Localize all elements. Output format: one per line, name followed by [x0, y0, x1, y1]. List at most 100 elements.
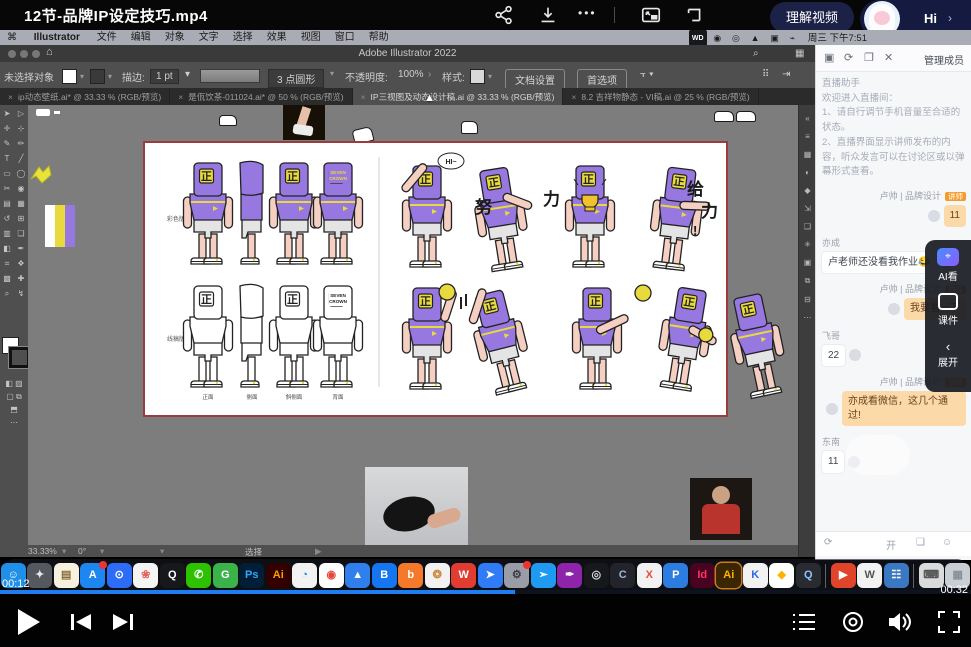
rotation-caret[interactable]: ▾	[100, 546, 104, 557]
dock-app-store-icon[interactable]: A	[80, 563, 105, 588]
stroke-swatch[interactable]: ▾	[90, 69, 115, 84]
stroke-caret[interactable]: ▾	[185, 69, 190, 80]
dock-w-circle-app-icon[interactable]: W	[857, 563, 882, 588]
download-icon[interactable]	[537, 4, 563, 26]
apple-menu-icon[interactable]: ⌘	[7, 30, 17, 45]
share-icon[interactable]	[493, 4, 519, 26]
alert-icon[interactable]: ▣	[770, 33, 779, 43]
dock-photoshop-icon[interactable]: Ps	[239, 563, 264, 588]
more-tools-icon[interactable]: ⋯	[0, 416, 28, 429]
emoji-icon[interactable]: ☺	[942, 537, 952, 548]
menubar-item[interactable]: 视图	[301, 30, 321, 45]
edge-character[interactable]	[728, 291, 798, 401]
preferences-button[interactable]: 首选项	[577, 69, 627, 90]
tool-icon[interactable]: ✒	[15, 244, 27, 255]
panel-tab-icon[interactable]: ✳	[799, 240, 816, 249]
chat-input-bar[interactable]: ⟳ 开 ❏ ☺	[816, 531, 971, 556]
dock-quicktime-icon[interactable]: Q	[796, 563, 821, 588]
collapse-chevron-icon[interactable]: ‹	[925, 339, 971, 354]
sync-icon[interactable]: ◎	[732, 33, 740, 43]
menubar-item[interactable]: 对象	[165, 30, 185, 45]
brush-name-dropdown[interactable]: 3 点圆形	[268, 69, 324, 88]
menubar-app-name[interactable]: Illustrator	[34, 30, 80, 45]
workspace-icon[interactable]: ▦	[795, 48, 804, 59]
dock-qq-icon[interactable]: Q	[160, 563, 185, 588]
pip-icon[interactable]	[640, 4, 666, 26]
panel-tab-icon[interactable]: ⇲	[799, 204, 816, 213]
panel-tab-icon[interactable]: ⋯	[799, 313, 816, 322]
cast-icon[interactable]	[684, 4, 710, 26]
dock-indesign-icon[interactable]: Id	[690, 563, 715, 588]
prev-button[interactable]	[70, 613, 92, 631]
sneaker-sketch[interactable]	[219, 115, 237, 126]
avatar[interactable]	[826, 403, 838, 415]
tool-icon[interactable]: ↺	[1, 214, 13, 225]
refresh-icon[interactable]: ⟳	[844, 51, 853, 64]
dock-meeting-icon[interactable]: ⊙	[107, 563, 132, 588]
wifi-icon[interactable]: ⌁	[790, 33, 795, 43]
tool-icon[interactable]: ✚	[15, 274, 27, 285]
cc-icon[interactable]: ◉	[713, 33, 721, 43]
dock-xmind-icon[interactable]: X	[637, 563, 662, 588]
status-caret[interactable]: ▾	[160, 546, 164, 557]
tool-icon[interactable]: ⌕	[1, 289, 13, 300]
dock-wps-icon[interactable]: W	[451, 563, 476, 588]
tool-icon[interactable]: ↯	[15, 289, 27, 300]
dock-lanhu-icon[interactable]: ▲	[345, 563, 370, 588]
tool-icon[interactable]: ▷	[15, 109, 27, 120]
input-refresh-icon[interactable]: ⟳	[824, 537, 832, 548]
dock-safari-icon[interactable]: ◔	[292, 563, 317, 588]
dock-contacts-icon[interactable]: ☷	[884, 563, 909, 588]
menubar-item[interactable]: 窗口	[335, 30, 355, 45]
manage-members-button[interactable]: 管理成员	[924, 52, 964, 67]
menubar-item[interactable]: 选择	[233, 30, 253, 45]
tool-icon[interactable]: ◉	[15, 184, 27, 195]
menubar-item[interactable]: 文字	[199, 30, 219, 45]
more-icon[interactable]: •••	[578, 6, 597, 20]
tab-close-icon[interactable]: ×	[571, 92, 576, 102]
dock-cursor-app-icon[interactable]: ➣	[531, 563, 556, 588]
tool-icon[interactable]: ❏	[15, 229, 27, 240]
tool-icon[interactable]: ╱	[15, 154, 27, 165]
sneaker-sketch[interactable]	[714, 111, 734, 122]
draw-mode-icon[interactable]: ▢ ⧉	[0, 390, 28, 403]
panel-tab-icon[interactable]: ⊟	[799, 295, 816, 304]
rotation-value[interactable]: 0°	[78, 546, 86, 556]
dock-colorsync-icon[interactable]: ❂	[425, 563, 450, 588]
ai-watch-icon[interactable]: ⌖	[937, 248, 959, 266]
tool-icon[interactable]: ▦	[15, 199, 27, 210]
panel-tab-icon[interactable]: ▦	[799, 150, 816, 159]
volume-icon[interactable]	[888, 611, 914, 633]
document-tab[interactable]: ×是佤饮茶-011024.ai* @ 50 % (RGB/预览)	[170, 88, 352, 105]
dock-pen-app-icon[interactable]: ✒	[557, 563, 582, 588]
dock-notes-icon[interactable]: ▤	[54, 563, 79, 588]
align-icon[interactable]: ⫟ ▾	[640, 69, 654, 80]
tool-icon[interactable]: ▤	[1, 199, 13, 210]
dock-cinema4d-icon[interactable]: C	[610, 563, 635, 588]
dock-chrome-icon[interactable]: ◉	[319, 563, 344, 588]
menubar-item[interactable]: 文件	[97, 30, 117, 45]
panel-tab-icon[interactable]: ≡	[799, 132, 816, 141]
play-button[interactable]	[16, 608, 42, 636]
document-tab[interactable]: ×IP三视图及动态设计稿.ai @ 33.33 % (RGB/预览)	[353, 88, 564, 105]
dock-plane-app-icon[interactable]: ➤	[478, 563, 503, 588]
panel-tab-icon[interactable]: ⧉	[799, 276, 816, 286]
document-tab[interactable]: ×8.2 吉祥物静态 - VI稿.ai @ 25 % (RGB/预览)	[563, 88, 758, 105]
popout-icon[interactable]: ❐	[864, 51, 874, 64]
folder-icon[interactable]: ❏	[916, 537, 925, 548]
opacity-value[interactable]: 100%	[398, 69, 424, 80]
menubar-item[interactable]: 帮助	[369, 30, 389, 45]
panel-tab-icon[interactable]: «	[799, 114, 816, 123]
dock-illustrator-2-icon[interactable]: Ai	[716, 563, 741, 588]
dock-blender-icon[interactable]: b	[398, 563, 423, 588]
dock-blue-b-app-icon[interactable]: B	[372, 563, 397, 588]
color-stripes-swatch[interactable]	[45, 205, 75, 247]
dock-wechat-icon[interactable]: ✆	[186, 563, 211, 588]
zoom-level[interactable]: 33.33%	[28, 546, 57, 556]
avatar[interactable]	[849, 349, 861, 361]
tool-icon[interactable]: ◯	[15, 169, 27, 180]
doc-setup-button[interactable]: 文档设置	[505, 69, 565, 90]
dock-sketch-icon[interactable]: ◆	[769, 563, 794, 588]
fullscreen-icon[interactable]	[938, 611, 960, 633]
dock-green-app-icon[interactable]: G	[213, 563, 238, 588]
